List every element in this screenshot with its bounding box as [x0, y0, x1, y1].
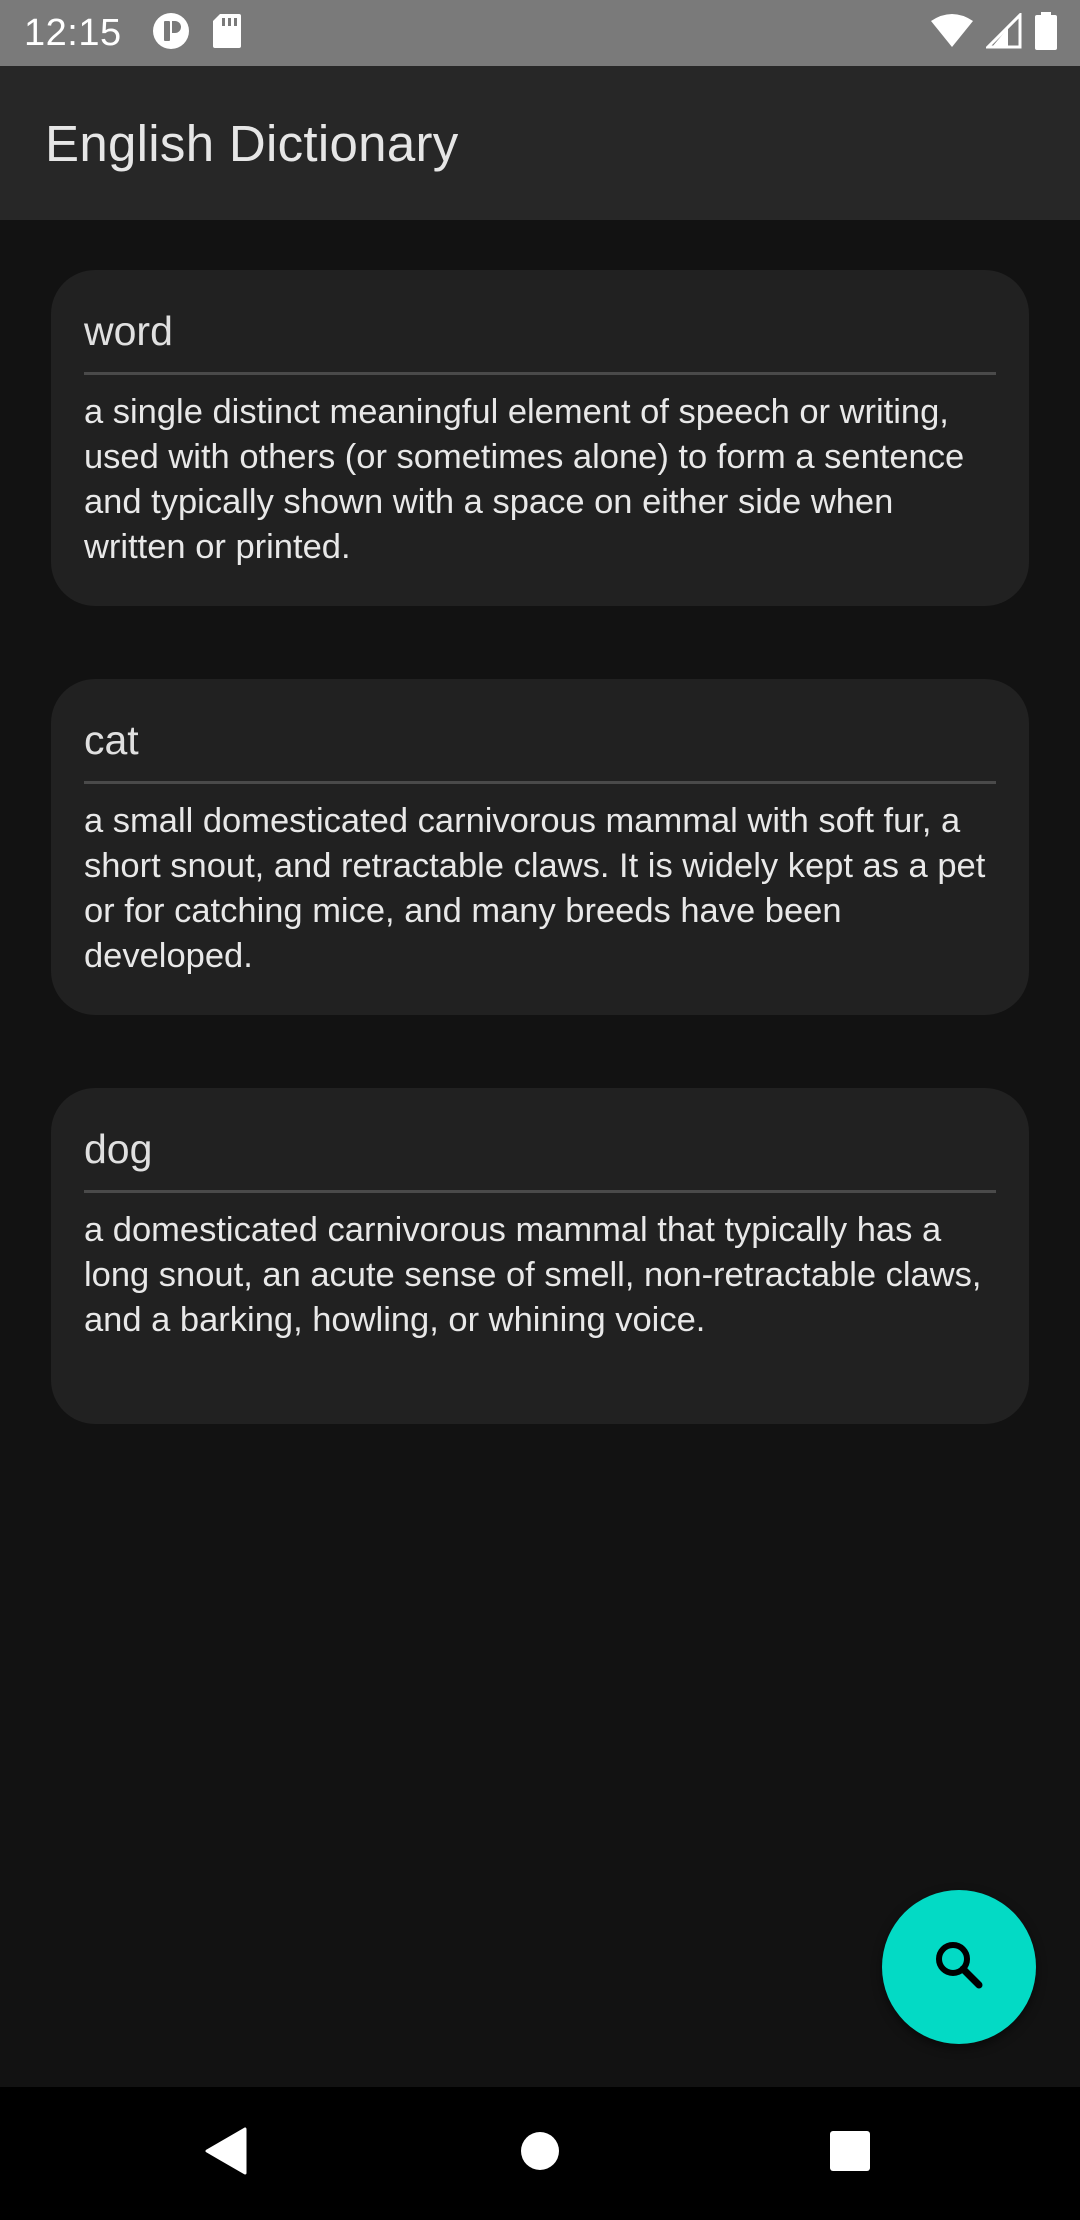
- entry-definition: a small domesticated carnivorous mammal …: [84, 802, 986, 975]
- home-button[interactable]: [480, 2087, 600, 2220]
- search-fab-button[interactable]: [882, 1890, 1036, 2044]
- sd-card-icon: [212, 13, 242, 54]
- entry-card-dog[interactable]: dog a domesticated carnivorous mammal th…: [51, 1088, 1029, 1424]
- entry-definition: a domesticated carnivorous mammal that t…: [84, 1211, 982, 1339]
- back-icon: [203, 2126, 247, 2181]
- battery-icon: [1034, 11, 1058, 55]
- entry-term: word: [84, 308, 173, 354]
- entry-divider: [84, 372, 996, 375]
- navigation-bar: [0, 2087, 1080, 2220]
- entry-term: cat: [84, 717, 139, 763]
- recents-button[interactable]: [790, 2087, 910, 2220]
- recents-icon: [829, 2130, 871, 2177]
- screen: 12:15 English Dictionary word a single d…: [0, 0, 1080, 2220]
- home-icon: [519, 2130, 561, 2177]
- back-button[interactable]: [165, 2087, 285, 2220]
- entry-card-word[interactable]: word a single distinct meaningful elemen…: [51, 270, 1029, 606]
- search-icon: [931, 1937, 987, 1998]
- app-notification-icon: [152, 12, 190, 55]
- cell-signal-icon: [984, 10, 1022, 54]
- app-bar: English Dictionary: [0, 66, 1080, 220]
- status-bar: 12:15: [0, 0, 1080, 66]
- status-right-icons: [930, 0, 1058, 66]
- entry-definition: a single distinct meaningful element of …: [84, 393, 965, 566]
- status-time: 12:15: [24, 11, 122, 54]
- entry-divider: [84, 1190, 996, 1193]
- entry-card-cat[interactable]: cat a small domesticated carnivorous mam…: [51, 679, 1029, 1015]
- wifi-icon: [930, 13, 974, 54]
- status-left-icons: [152, 12, 242, 55]
- app-title: English Dictionary: [45, 114, 459, 172]
- entry-divider: [84, 781, 996, 784]
- entry-term: dog: [84, 1126, 153, 1172]
